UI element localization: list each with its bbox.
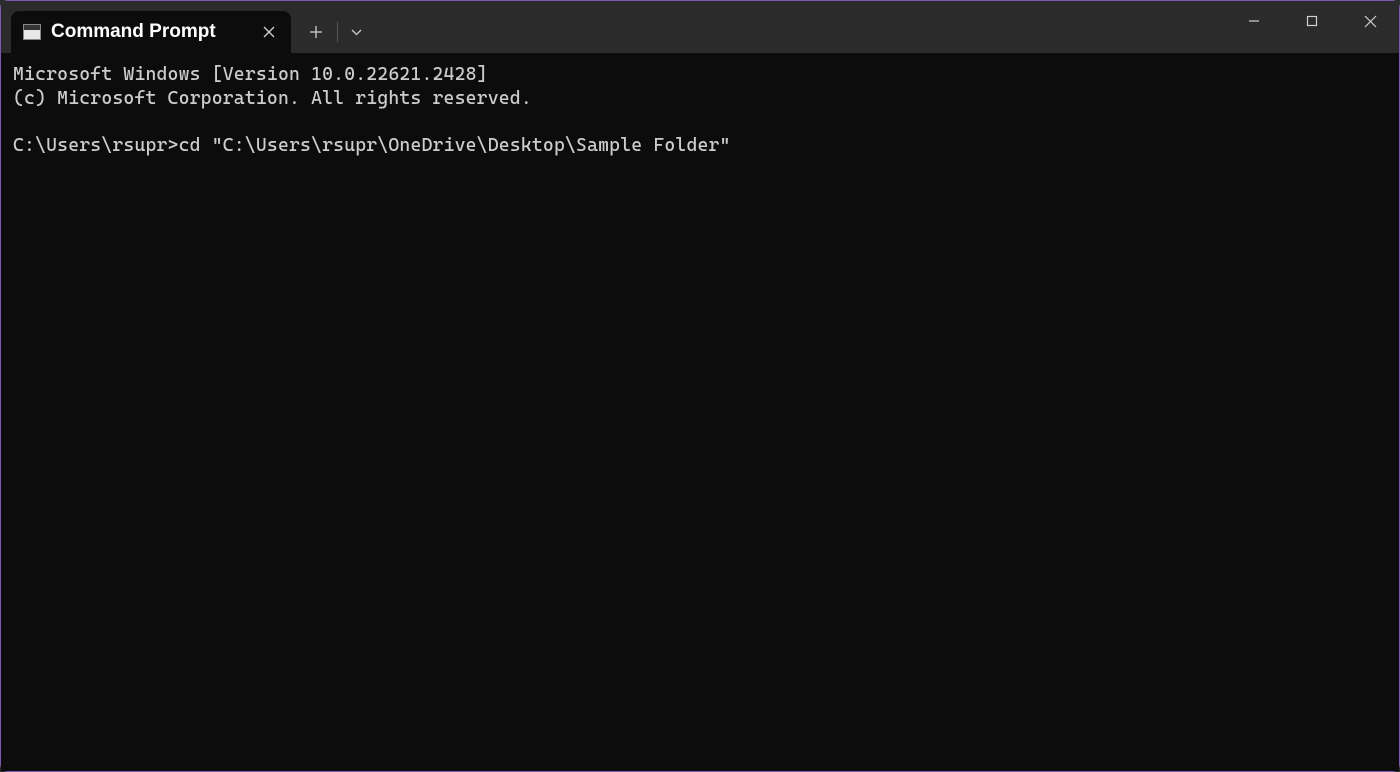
tab-dropdown-button[interactable]	[342, 16, 370, 48]
minimize-icon	[1248, 15, 1260, 27]
maximize-button[interactable]	[1283, 1, 1341, 41]
terminal-output[interactable]: Microsoft Windows [Version 10.0.22621.24…	[1, 53, 1399, 771]
tab-actions	[291, 11, 370, 53]
plus-icon	[309, 25, 323, 39]
minimize-button[interactable]	[1225, 1, 1283, 41]
close-icon	[263, 26, 275, 38]
copyright-line: (c) Microsoft Corporation. All rights re…	[13, 88, 532, 109]
blank-line	[13, 110, 1387, 134]
prompt: C:\Users\rsupr>	[13, 135, 179, 156]
window-controls	[1225, 1, 1399, 41]
command-text: cd "C:\Users\rsupr\OneDrive\Desktop\Samp…	[179, 135, 731, 156]
title-bar: Command Prompt	[1, 1, 1399, 53]
close-icon	[1364, 15, 1377, 28]
divider	[337, 22, 338, 42]
chevron-down-icon	[351, 29, 362, 36]
new-tab-button[interactable]	[299, 16, 333, 48]
close-window-button[interactable]	[1341, 1, 1399, 41]
terminal-icon	[23, 24, 41, 40]
close-tab-button[interactable]	[257, 20, 281, 44]
version-line: Microsoft Windows [Version 10.0.22621.24…	[13, 64, 488, 85]
tab-title: Command Prompt	[51, 21, 247, 43]
tab-command-prompt[interactable]: Command Prompt	[11, 11, 291, 53]
maximize-icon	[1306, 15, 1318, 27]
